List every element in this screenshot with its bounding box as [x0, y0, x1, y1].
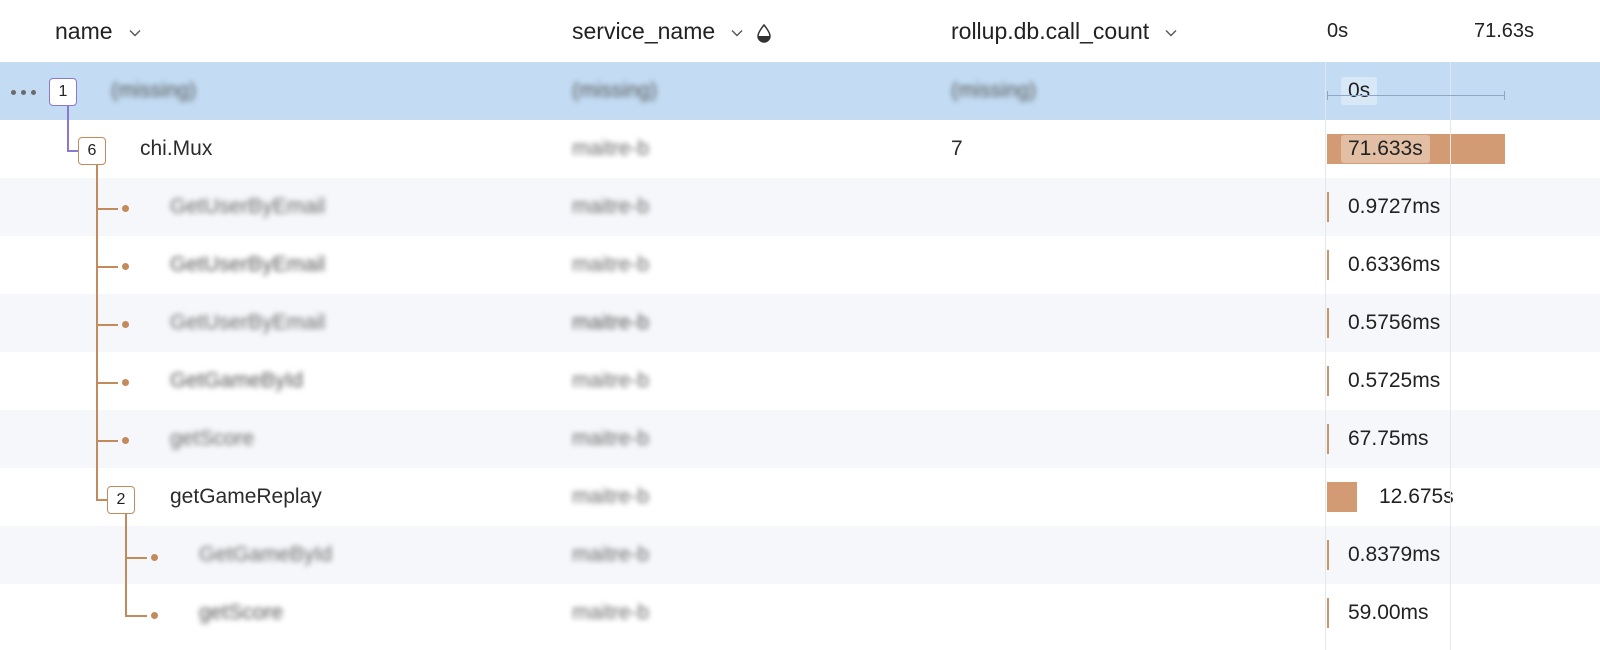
span-name: chi.Mux [140, 137, 213, 160]
span-name: GetUserByEmail [170, 195, 326, 218]
span-duration: 0.5725ms [1348, 369, 1441, 392]
span-whisker [1327, 95, 1505, 96]
span-duration: 0.5756ms [1348, 311, 1441, 334]
span-duration: 12.675s [1379, 485, 1454, 508]
span-name: (missing) [111, 79, 197, 102]
span-bar [1327, 308, 1329, 338]
tree-connector [96, 324, 118, 326]
table-row[interactable]: GetGameById maitre-b 0.5725ms [0, 352, 1600, 410]
span-bar [1327, 424, 1329, 454]
span-duration: 59.00ms [1348, 601, 1429, 624]
tree-connector [96, 440, 118, 442]
tree-connector [96, 382, 118, 384]
service-name: maitre-b [572, 137, 650, 160]
tree-connector [125, 557, 147, 559]
span-duration: 67.75ms [1348, 427, 1429, 450]
span-bar [1327, 598, 1329, 628]
leaf-node-dot [122, 437, 129, 444]
tree-connector [125, 615, 147, 617]
timeline-end-label: 71.63s [1474, 19, 1535, 42]
column-label-name: name [55, 17, 113, 44]
tree-connector [96, 208, 118, 210]
span-name: getGameReplay [170, 485, 322, 508]
span-whisker-end [1504, 91, 1505, 100]
tree-connector [125, 514, 127, 616]
table-row[interactable]: (missing) (missing) (missing) 0s [0, 62, 1600, 120]
service-name: (missing) [572, 79, 658, 102]
droplet-icon[interactable] [755, 22, 773, 43]
timeline-gridline [1450, 62, 1451, 650]
timeline-start-gridline [1325, 62, 1326, 650]
child-count-badge[interactable]: 2 [107, 486, 135, 514]
span-duration: 0.6336ms [1348, 253, 1441, 276]
span-bar [1327, 366, 1329, 396]
service-name: maitre-b [572, 485, 650, 508]
service-name: maitre-b [572, 195, 650, 218]
span-name: GetUserByEmail [170, 253, 326, 276]
tree-connector [96, 266, 118, 268]
leaf-node-dot [122, 321, 129, 328]
column-header-name[interactable]: name [55, 0, 143, 62]
leaf-node-dot [122, 263, 129, 270]
table-row[interactable]: GetGameById maitre-b 0.8379ms [0, 526, 1600, 584]
table-row[interactable]: chi.Mux maitre-b 7 71.633s [0, 120, 1600, 178]
call-count: (missing) [951, 79, 1037, 102]
leaf-node-dot [151, 554, 158, 561]
chevron-down-icon[interactable] [127, 25, 143, 41]
table-row[interactable]: getScore maitre-b 67.75ms [0, 410, 1600, 468]
span-bar [1327, 482, 1357, 512]
table-row[interactable]: getGameReplay maitre-b 12.675s [0, 468, 1600, 526]
service-name: maitre-b [572, 543, 650, 566]
span-name: GetGameById [170, 369, 304, 392]
chevron-down-icon[interactable] [729, 25, 745, 41]
trace-table: name service_name rollup.db.call_count 0… [0, 0, 1600, 650]
span-name: getScore [170, 427, 255, 450]
service-name: maitre-b [572, 311, 650, 334]
table-row[interactable]: GetUserByEmail maitre-b 0.5756ms [0, 294, 1600, 352]
span-bar [1327, 540, 1329, 570]
call-count: 7 [951, 137, 963, 160]
chevron-down-icon[interactable] [1163, 25, 1179, 41]
child-count-badge[interactable]: 1 [49, 78, 77, 106]
span-duration: 0.9727ms [1348, 195, 1441, 218]
span-duration: 71.633s [1341, 120, 1430, 178]
leaf-node-dot [122, 205, 129, 212]
column-header-call-count[interactable]: rollup.db.call_count [951, 0, 1179, 62]
span-whisker-start [1327, 91, 1328, 100]
child-count-badge[interactable]: 6 [78, 137, 106, 165]
more-dots-icon[interactable] [11, 90, 36, 95]
leaf-node-dot [122, 379, 129, 386]
service-name: maitre-b [572, 427, 650, 450]
span-duration: 0.8379ms [1348, 543, 1441, 566]
table-row[interactable]: getScore maitre-b 59.00ms [0, 584, 1600, 642]
timeline-start-label: 0s [1327, 19, 1349, 42]
service-name: maitre-b [572, 369, 650, 392]
span-bar [1327, 250, 1329, 280]
span-name: GetGameById [199, 543, 333, 566]
table-header: name service_name rollup.db.call_count 0… [0, 0, 1600, 62]
column-label-service-name: service_name [572, 17, 716, 44]
span-bar [1327, 192, 1329, 222]
tree-connector [67, 106, 69, 151]
table-row[interactable]: GetUserByEmail maitre-b 0.9727ms [0, 178, 1600, 236]
tree-connector [96, 165, 98, 500]
service-name: maitre-b [572, 253, 650, 276]
span-name: GetUserByEmail [170, 311, 326, 334]
leaf-node-dot [151, 612, 158, 619]
column-header-service-name[interactable]: service_name [572, 0, 773, 62]
table-row[interactable]: GetUserByEmail maitre-b 0.6336ms [0, 236, 1600, 294]
span-name: getScore [199, 601, 284, 624]
span-duration: 0s [1341, 62, 1378, 120]
column-label-call-count: rollup.db.call_count [951, 17, 1150, 44]
service-name: maitre-b [572, 601, 650, 624]
